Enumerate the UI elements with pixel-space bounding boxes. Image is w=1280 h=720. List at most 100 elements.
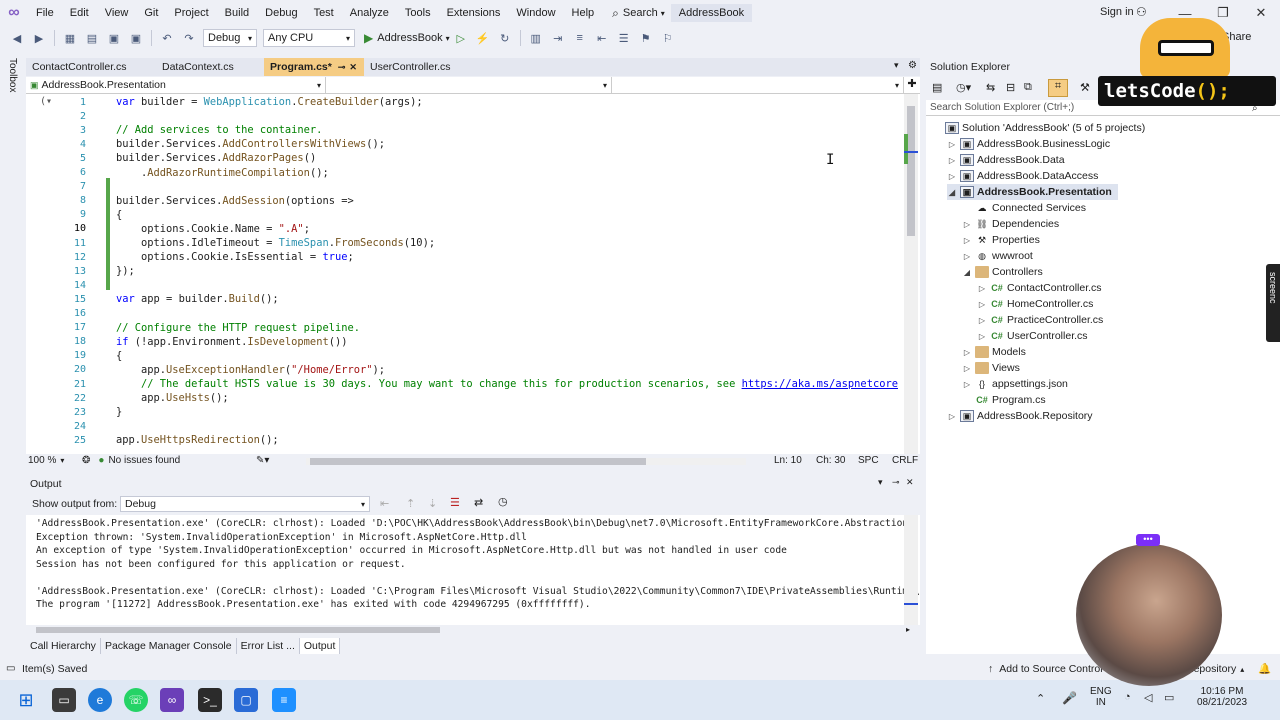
scrollbar-thumb[interactable] xyxy=(310,458,646,465)
tree-item-usercontroller-cs[interactable]: ▷ C# UserController.cs xyxy=(977,328,1088,344)
undo-icon[interactable]: ↶ xyxy=(158,29,176,47)
tree-item-addressbook-dataaccess[interactable]: ▷ ▣ AddressBook.DataAccess xyxy=(947,168,1098,184)
tab-package-manager-console[interactable]: Package Manager Console xyxy=(101,638,237,654)
menu-item-debug[interactable]: Debug xyxy=(257,7,305,19)
horizontal-scrollbar[interactable] xyxy=(306,458,746,465)
save-icon[interactable]: ▣ xyxy=(105,29,123,47)
code-line[interactable]: 16 xyxy=(26,307,906,321)
output-scrollbar-thumb[interactable] xyxy=(36,627,440,633)
expand-arrow-icon[interactable]: ▷ xyxy=(962,348,972,357)
new-project-icon[interactable]: ▦ xyxy=(61,29,79,47)
search-button[interactable]: ⌕ Search ▾ xyxy=(612,6,665,21)
code-text[interactable]: builder.Services.AddRazorPages() xyxy=(90,152,316,164)
close-icon[interactable]: ✕ xyxy=(349,62,357,73)
battery-icon[interactable]: ▭ xyxy=(1164,691,1174,704)
tab-overflow-icon[interactable]: ▾ xyxy=(894,60,899,71)
notepad-icon[interactable]: ≡ xyxy=(272,688,296,712)
collapse-arrow-icon[interactable]: ◢ xyxy=(962,268,972,277)
close-button[interactable]: ✕ xyxy=(1242,0,1280,26)
code-text[interactable]: }); xyxy=(90,265,135,277)
tree-item-models[interactable]: ▷ Models xyxy=(962,344,1026,360)
collapse-all-icon[interactable]: ⊟ xyxy=(1006,81,1015,94)
next-message-icon[interactable]: ⇣ xyxy=(428,497,437,510)
code-text[interactable]: if (!app.Environment.IsDevelopment()) xyxy=(90,336,347,348)
issues-indicator[interactable]: ❂ ● No issues found xyxy=(82,455,180,466)
code-line[interactable]: 25 app.UseHttpsRedirection(); xyxy=(26,433,906,447)
window-menu-icon[interactable]: ▾ xyxy=(878,477,883,488)
start-icon[interactable]: ⊞ xyxy=(14,688,38,712)
code-text[interactable]: // Configure the HTTP request pipeline. xyxy=(90,322,360,334)
properties-wrench-icon[interactable]: ⚒ xyxy=(1080,81,1090,94)
tree-item-addressbook-presentation[interactable]: ◢ ▣ AddressBook.Presentation xyxy=(947,184,1118,200)
tree-item-views[interactable]: ▷ Views xyxy=(962,360,1020,376)
code-line[interactable]: 14 xyxy=(26,278,906,292)
member-dropdown[interactable]: ▾ xyxy=(612,77,904,93)
tab-output[interactable]: Output xyxy=(299,638,341,654)
sync-icon[interactable]: ⇆ xyxy=(986,81,995,94)
tree-item-controllers[interactable]: ◢ Controllers xyxy=(962,264,1043,280)
menu-item-extensions[interactable]: Extensions xyxy=(439,7,509,19)
code-text[interactable]: var app = builder.Build(); xyxy=(90,293,279,305)
scrollbar-thumb[interactable] xyxy=(907,106,915,236)
expand-arrow-icon[interactable]: ▷ xyxy=(962,380,972,389)
preview-selected-icon[interactable]: ⌗ xyxy=(1048,79,1068,97)
find-message-icon[interactable]: ⇤ xyxy=(380,497,389,510)
collapse-arrow-icon[interactable]: ◢ xyxy=(947,188,957,197)
whitespace-mode[interactable]: SPC xyxy=(858,455,879,466)
language-indicator[interactable]: ENG IN xyxy=(1090,686,1112,708)
zoom-select[interactable]: 100 % ▾ xyxy=(28,455,64,466)
expand-arrow-icon[interactable]: ▷ xyxy=(947,412,957,421)
code-text[interactable]: { xyxy=(90,209,122,221)
tree-item-addressbook-businesslogic[interactable]: ▷ ▣ AddressBook.BusinessLogic xyxy=(947,136,1110,152)
tree-item-practicecontroller-cs[interactable]: ▷ C# PracticeController.cs xyxy=(977,312,1103,328)
menu-item-file[interactable]: File xyxy=(28,7,62,19)
output-text[interactable]: 'AddressBook.Presentation.exe' (CoreCLR:… xyxy=(26,515,920,625)
toolbox-strip[interactable]: Toolbox xyxy=(0,52,24,652)
code-line[interactable]: 21 // The default HSTS value is 30 days.… xyxy=(26,377,906,391)
tab-datacontext[interactable]: DataContext.cs xyxy=(156,58,264,76)
indent-icon[interactable]: ⇤ xyxy=(593,29,611,47)
more-options-icon[interactable]: ••• xyxy=(1136,534,1160,546)
redo-icon[interactable]: ↷ xyxy=(180,29,198,47)
code-line[interactable]: 8 builder.Services.AddSession(options => xyxy=(26,194,906,208)
code-line[interactable]: 3 // Add services to the container. xyxy=(26,123,906,137)
add-to-source-control-button[interactable]: ↑ Add to Source Control xyxy=(988,663,1103,675)
volume-icon[interactable]: ◁ xyxy=(1144,691,1152,704)
code-line[interactable]: 11 options.IdleTimeout = TimeSpan.FromSe… xyxy=(26,236,906,250)
split-editor-icon[interactable]: ✚ xyxy=(904,77,920,93)
tree-item-solution-addressbook-5-of-5-projects[interactable]: ▣ Solution 'AddressBook' (5 of 5 projects… xyxy=(932,120,1145,136)
tree-item-wwwroot[interactable]: ▷ ◍ wwwroot xyxy=(962,248,1033,264)
platform-select[interactable]: Any CPU ▾ xyxy=(263,29,355,47)
tab-error-list[interactable]: Error List ... xyxy=(237,638,300,654)
expand-arrow-icon[interactable]: ▷ xyxy=(977,300,987,309)
expand-arrow-icon[interactable]: ▷ xyxy=(977,332,987,341)
code-text[interactable]: { xyxy=(90,350,122,362)
tree-item-addressbook-repository[interactable]: ▷ ▣ AddressBook.Repository xyxy=(947,408,1093,424)
code-text[interactable]: options.IdleTimeout = TimeSpan.FromSecon… xyxy=(90,237,435,249)
toolbox-label[interactable]: Toolbox xyxy=(7,58,18,92)
code-line[interactable]: 15 var app = builder.Build(); xyxy=(26,292,906,306)
expand-arrow-icon[interactable]: ▷ xyxy=(962,220,972,229)
code-line[interactable]: 24 xyxy=(26,419,906,433)
code-text[interactable]: options.Cookie.Name = ".A"; xyxy=(90,223,310,235)
tree-item-appsettings-json[interactable]: ▷ {} appsettings.json xyxy=(962,376,1068,392)
step-icon[interactable]: ⇥ xyxy=(549,29,567,47)
code-line[interactable]: 23} xyxy=(26,405,906,419)
tab-usercontroller[interactable]: UserController.cs xyxy=(364,58,476,76)
menu-item-build[interactable]: Build xyxy=(217,7,257,19)
code-line[interactable]: 22 app.UseHsts(); xyxy=(26,391,906,405)
notifications-icon[interactable]: 🔔 xyxy=(1258,662,1271,675)
menu-item-analyze[interactable]: Analyze xyxy=(342,7,397,19)
tree-item-addressbook-data[interactable]: ▷ ▣ AddressBook.Data xyxy=(947,152,1065,168)
forward-icon[interactable]: ▶ xyxy=(30,29,48,47)
expand-arrow-icon[interactable]: ▷ xyxy=(962,364,972,373)
expand-arrow-icon[interactable]: ▷ xyxy=(947,140,957,149)
code-text[interactable]: options.Cookie.IsEssential = true; xyxy=(90,251,354,263)
pin-icon[interactable]: ⊸ xyxy=(892,477,900,488)
code-line[interactable]: 13}); xyxy=(26,264,906,278)
menu-item-project[interactable]: Project xyxy=(166,7,216,19)
comment-icon[interactable]: ☰ xyxy=(615,29,633,47)
code-text[interactable]: // The default HSTS value is 30 days. Yo… xyxy=(90,378,898,390)
code-line[interactable]: 20 app.UseExceptionHandler("/Home/Error"… xyxy=(26,363,906,377)
menu-item-git[interactable]: Git xyxy=(136,7,166,19)
